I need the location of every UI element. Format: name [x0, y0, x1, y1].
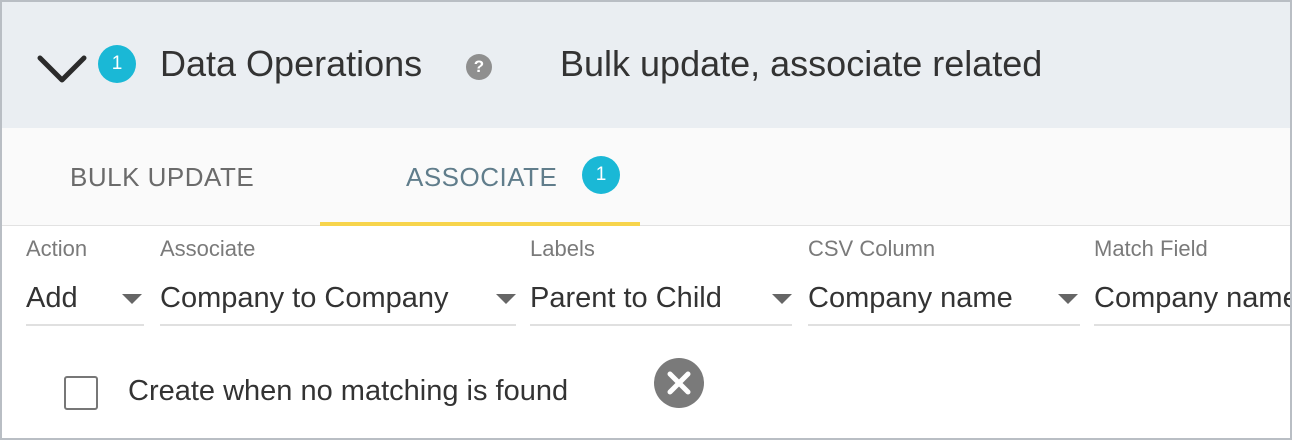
- match-field-select[interactable]: Company name: [1094, 274, 1292, 326]
- association-fields: Action Add Associate Company to Company …: [2, 226, 1290, 336]
- csv-column-field: CSV Column Company name: [808, 226, 1080, 328]
- csv-column-select[interactable]: Company name: [808, 274, 1080, 326]
- panel-description: Bulk update, associate related: [560, 43, 1043, 84]
- panel-title: Data Operations: [160, 43, 423, 84]
- select-value: Parent to Child: [530, 282, 722, 314]
- field-label: Labels: [530, 236, 595, 261]
- tab-bulk-update[interactable]: BULK UPDATE: [2, 128, 320, 226]
- dropdown-arrow-icon: [772, 294, 792, 304]
- panel-header: 1 Data Operations ? Bulk update, associa…: [2, 2, 1290, 128]
- select-value: Company to Company: [160, 282, 449, 314]
- data-operations-panel: 1 Data Operations ? Bulk update, associa…: [0, 0, 1292, 440]
- labels-select[interactable]: Parent to Child: [530, 274, 792, 326]
- field-label: Action: [26, 236, 88, 261]
- header-count-badge: 1: [98, 45, 136, 83]
- labels-field: Labels Parent to Child: [530, 226, 792, 328]
- tab-bar: BULK UPDATE ASSOCIATE 1: [2, 128, 1290, 226]
- help-icon[interactable]: ?: [466, 54, 492, 80]
- dropdown-arrow-icon: [496, 294, 516, 304]
- chevron-down-icon[interactable]: [34, 50, 90, 86]
- field-label: Match Field: [1094, 236, 1208, 261]
- associate-field: Associate Company to Company: [160, 226, 516, 328]
- tab-count-badge: 1: [582, 156, 620, 194]
- select-value: Add: [26, 282, 78, 314]
- remove-button[interactable]: [654, 358, 704, 408]
- dropdown-arrow-icon: [122, 294, 142, 304]
- field-label: CSV Column: [808, 236, 936, 261]
- select-value: Company name: [808, 282, 1013, 314]
- action-field: Action Add: [26, 226, 144, 328]
- close-icon: [667, 371, 691, 395]
- create-when-no-match-checkbox[interactable]: [64, 376, 98, 410]
- tab-label: ASSOCIATE: [406, 162, 558, 192]
- tab-label: BULK UPDATE: [70, 162, 255, 192]
- field-label: Associate: [160, 236, 256, 261]
- match-field-field: Match Field Company name: [1094, 226, 1292, 328]
- select-value: Company name: [1094, 282, 1292, 314]
- associate-select[interactable]: Company to Company: [160, 274, 516, 326]
- tab-associate[interactable]: ASSOCIATE 1: [320, 128, 640, 226]
- checkbox-label: Create when no matching is found: [128, 375, 569, 407]
- dropdown-arrow-icon: [1058, 294, 1078, 304]
- action-select[interactable]: Add: [26, 274, 144, 326]
